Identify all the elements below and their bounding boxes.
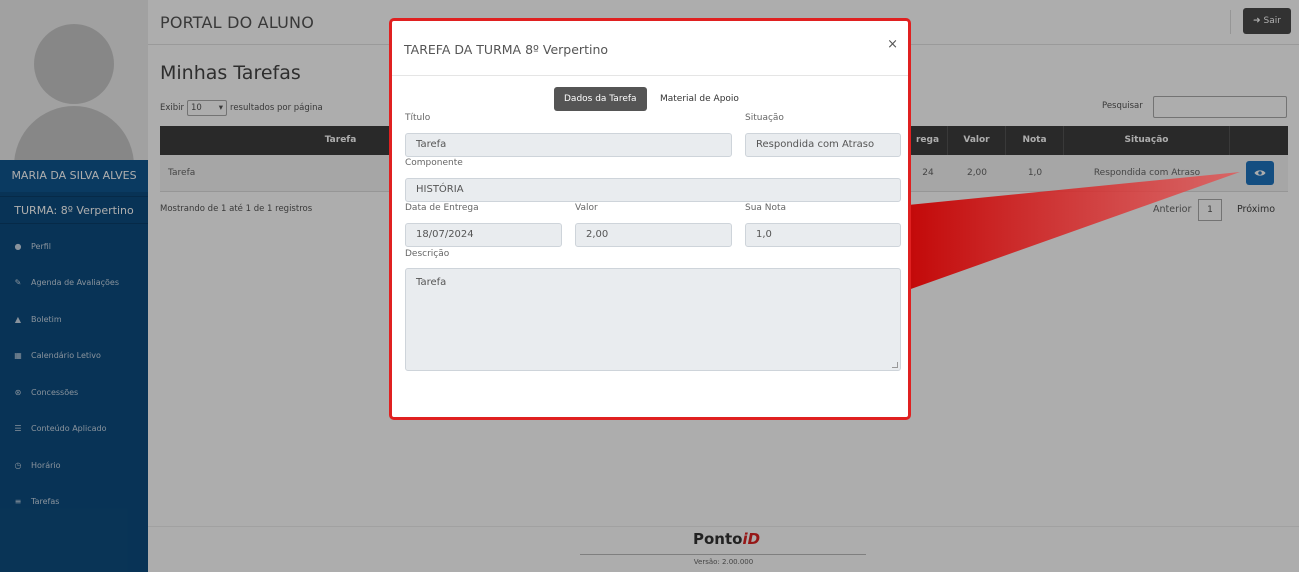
descricao-label: Descrição [405, 249, 450, 259]
data-entrega-label: Data de Entrega [405, 203, 479, 213]
resize-handle[interactable] [892, 362, 898, 368]
valor-field[interactable]: 2,00 [575, 223, 732, 247]
nota-field[interactable]: 1,0 [745, 223, 901, 247]
valor-label: Valor [575, 203, 598, 213]
situacao-field[interactable]: Respondida com Atraso [745, 133, 901, 157]
task-detail-modal: TAREFA DA TURMA 8º Verpertino × Dados da… [389, 18, 911, 420]
modal-header: TAREFA DA TURMA 8º Verpertino × [392, 21, 908, 76]
tab-material-de-apoio[interactable]: Material de Apoio [650, 87, 749, 111]
titulo-field[interactable]: Tarefa [405, 133, 732, 157]
modal-title: TAREFA DA TURMA 8º Verpertino [404, 42, 609, 57]
situacao-label: Situação [745, 113, 784, 123]
titulo-label: Título [405, 113, 431, 123]
descricao-text: Tarefa [416, 277, 447, 288]
descricao-textarea[interactable]: Tarefa [405, 268, 901, 371]
componente-field[interactable]: HISTÓRIA [405, 178, 901, 202]
tab-dados-da-tarefa[interactable]: Dados da Tarefa [554, 87, 647, 111]
close-icon[interactable]: × [887, 37, 898, 52]
data-entrega-field[interactable]: 18/07/2024 [405, 223, 562, 247]
componente-label: Componente [405, 158, 463, 168]
nota-label: Sua Nota [745, 203, 787, 213]
